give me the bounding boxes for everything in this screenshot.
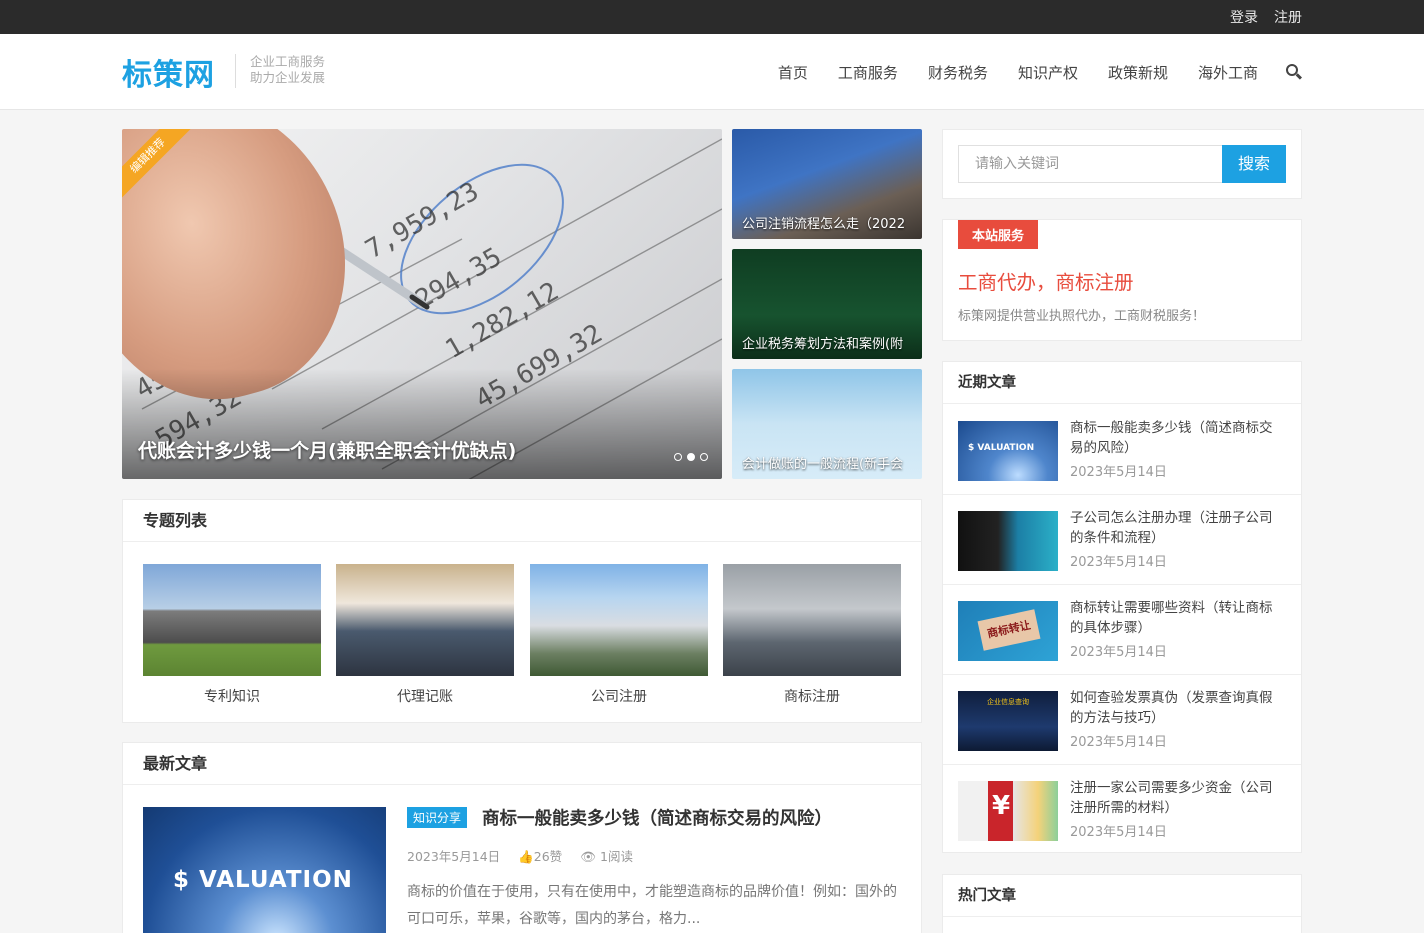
category-tag[interactable]: 知识分享	[407, 807, 468, 828]
topics-panel: 专题列表 专利知识 代理记账 公司注册 商标注册	[122, 499, 922, 723]
topic-image	[723, 564, 901, 676]
latest-title: 最新文章	[123, 743, 921, 785]
top-links: 登录 注册	[1230, 0, 1302, 34]
recent-post-item[interactable]: 商标转让 商标转让需要哪些资料（转让商标的具体步骤） 2023年5月14日	[943, 585, 1301, 675]
side-card-company-deregistration[interactable]: 公司注销流程怎么走（2022	[732, 129, 922, 239]
slider-caption[interactable]: 代账会计多少钱一个月(兼职全职会计优缺点)	[138, 436, 516, 463]
topic-label: 公司注册	[591, 689, 647, 705]
sidebar-search: 请输入关键词 搜索	[942, 129, 1302, 199]
thumbnail-text: $ VALUATION	[173, 867, 353, 893]
topic-image	[336, 564, 514, 676]
recent-post-date: 2023年5月14日	[1070, 645, 1167, 660]
topic-item[interactable]: 代理记账	[336, 564, 514, 706]
nav-home[interactable]: 首页	[778, 62, 808, 83]
thumbnail-text: 商标转让	[977, 609, 1041, 651]
post-date: 2023年5月14日	[407, 849, 501, 864]
site-slogan: 企业工商服务 助力企业发展	[235, 54, 325, 88]
nav-finance-tax[interactable]: 财务税务	[928, 62, 988, 83]
post-likes[interactable]: 👍26赞	[518, 846, 562, 865]
post-excerpt: 商标的价值在于使用，只有在使用中，才能塑造商标的品牌价值！例如：国外的可口可乐，…	[407, 884, 897, 927]
top-bar: 登录 注册	[0, 0, 1424, 34]
recent-post-item[interactable]: ¥ 注册一家公司需要多少资金（公司注册所需的材料） 2023年5月14日	[943, 765, 1301, 855]
thumbnail-text: $ VALUATION	[968, 443, 1035, 453]
nav-policy[interactable]: 政策新规	[1108, 62, 1168, 83]
recent-title: 近期文章	[943, 362, 1301, 404]
slogan-line-2: 助力企业发展	[250, 70, 326, 85]
search-button[interactable]: 搜索	[1222, 145, 1286, 183]
side-card-accounting-process[interactable]: 会计做账的一般流程(新手会	[732, 369, 922, 479]
topic-label: 专利知识	[204, 689, 260, 705]
recent-post-date: 2023年5月14日	[1070, 825, 1167, 840]
recent-post-title[interactable]: 商标转让需要哪些资料（转让商标的具体步骤）	[1070, 598, 1285, 638]
side-card-caption: 企业税务筹划方法和案例(附	[742, 337, 904, 352]
latest-post-title[interactable]: 商标一般能卖多少钱（简述商标交易的风险）	[482, 805, 832, 830]
recent-post-thumbnail: 商标转让	[958, 601, 1058, 661]
svg-text:7,959,23: 7,959,23	[361, 176, 484, 265]
main-nav: 首页 工商服务 财务税务 知识产权 政策新规 海外工商	[748, 34, 1303, 110]
search-input[interactable]: 请输入关键词	[958, 145, 1222, 183]
yen-icon: ¥	[992, 791, 1011, 821]
site-header: 标策网 企业工商服务 助力企业发展 首页 工商服务 财务税务 知识产权 政策新规…	[0, 34, 1424, 110]
topic-label: 商标注册	[784, 689, 840, 705]
recent-post-date: 2023年5月14日	[1070, 465, 1167, 480]
topic-image	[530, 564, 708, 676]
recent-post-item[interactable]: 子公司怎么注册办理（注册子公司的条件和流程） 2023年5月14日	[943, 495, 1301, 585]
service-description: 标策网提供营业执照代办，工商财税服务！	[958, 309, 1206, 324]
topic-label: 代理记账	[397, 689, 453, 705]
side-card-tax-planning[interactable]: 企业税务筹划方法和案例(附	[732, 249, 922, 359]
recent-post-thumbnail: ¥	[958, 781, 1058, 841]
recent-post-date: 2023年5月14日	[1070, 555, 1167, 570]
recent-post-thumbnail: $ VALUATION	[958, 421, 1058, 481]
side-card-caption: 会计做账的一般流程(新手会	[742, 457, 904, 472]
latest-post-thumbnail[interactable]: $ VALUATION	[143, 807, 386, 933]
register-link[interactable]: 注册	[1274, 7, 1302, 27]
recent-post-title[interactable]: 子公司怎么注册办理（注册子公司的条件和流程）	[1070, 508, 1285, 548]
recent-post-title[interactable]: 如何查验发票真伪（发票查询真假的方法与技巧）	[1070, 688, 1285, 728]
slogan-line-1: 企业工商服务	[250, 54, 326, 69]
thumbs-up-icon: 👍	[518, 849, 534, 864]
recent-post-item[interactable]: 企业信息查询 如何查验发票真伪（发票查询真假的方法与技巧） 2023年5月14日	[943, 675, 1301, 765]
post-meta: 2023年5月14日 👍26赞 👁 1阅读	[407, 846, 633, 865]
topic-item[interactable]: 商标注册	[723, 564, 901, 706]
recent-post-thumbnail: 企业信息查询	[958, 691, 1058, 751]
topics-title: 专题列表	[123, 500, 921, 542]
recent-post-thumbnail	[958, 511, 1058, 571]
post-reads: 👁 1阅读	[580, 846, 633, 865]
topic-item[interactable]: 公司注册	[530, 564, 708, 706]
service-panel: 本站服务 工商代办，商标注册 标策网提供营业执照代办，工商财税服务！	[942, 219, 1302, 341]
recent-post-title[interactable]: 商标一般能卖多少钱（简述商标交易的风险）	[1070, 418, 1285, 458]
login-link[interactable]: 登录	[1230, 7, 1258, 27]
eye-icon: 👁	[580, 849, 600, 864]
latest-panel: 最新文章 $ VALUATION 知识分享 商标一般能卖多少钱（简述商标交易的风…	[122, 742, 922, 933]
recent-post-date: 2023年5月14日	[1070, 735, 1167, 750]
reads-count: 1阅读	[600, 849, 633, 864]
site-logo[interactable]: 标策网	[122, 50, 215, 94]
recent-post-title[interactable]: 注册一家公司需要多少资金（公司注册所需的材料）	[1070, 778, 1285, 818]
editor-pick-ribbon: 编辑推荐	[122, 129, 199, 207]
featured-slider[interactable]: 7,959,23 294,35 1,282,12 45,699,32 45,69…	[122, 129, 722, 479]
service-title[interactable]: 工商代办，商标注册	[958, 266, 1134, 295]
slider-dot-2[interactable]	[687, 453, 695, 461]
topic-item[interactable]: 专利知识	[143, 564, 321, 706]
thumbnail-text: 企业信息查询	[987, 698, 1029, 706]
hot-posts-panel: 热门文章	[942, 874, 1302, 933]
search-icon[interactable]	[1286, 64, 1303, 80]
nav-business-services[interactable]: 工商服务	[838, 62, 898, 83]
side-card-caption: 公司注销流程怎么走（2022	[742, 217, 906, 232]
slider-dots	[674, 453, 708, 461]
slider-dot-1[interactable]	[674, 453, 682, 461]
recent-post-item[interactable]: $ VALUATION 商标一般能卖多少钱（简述商标交易的风险） 2023年5月…	[943, 405, 1301, 495]
nav-overseas[interactable]: 海外工商	[1198, 62, 1258, 83]
nav-intellectual-property[interactable]: 知识产权	[1018, 62, 1078, 83]
topic-image	[143, 564, 321, 676]
slider-dot-3[interactable]	[700, 453, 708, 461]
service-tag: 本站服务	[958, 220, 1039, 249]
likes-count: 26赞	[533, 849, 563, 864]
hot-title: 热门文章	[943, 875, 1301, 917]
recent-posts-panel: 近期文章 $ VALUATION 商标一般能卖多少钱（简述商标交易的风险） 20…	[942, 361, 1302, 853]
